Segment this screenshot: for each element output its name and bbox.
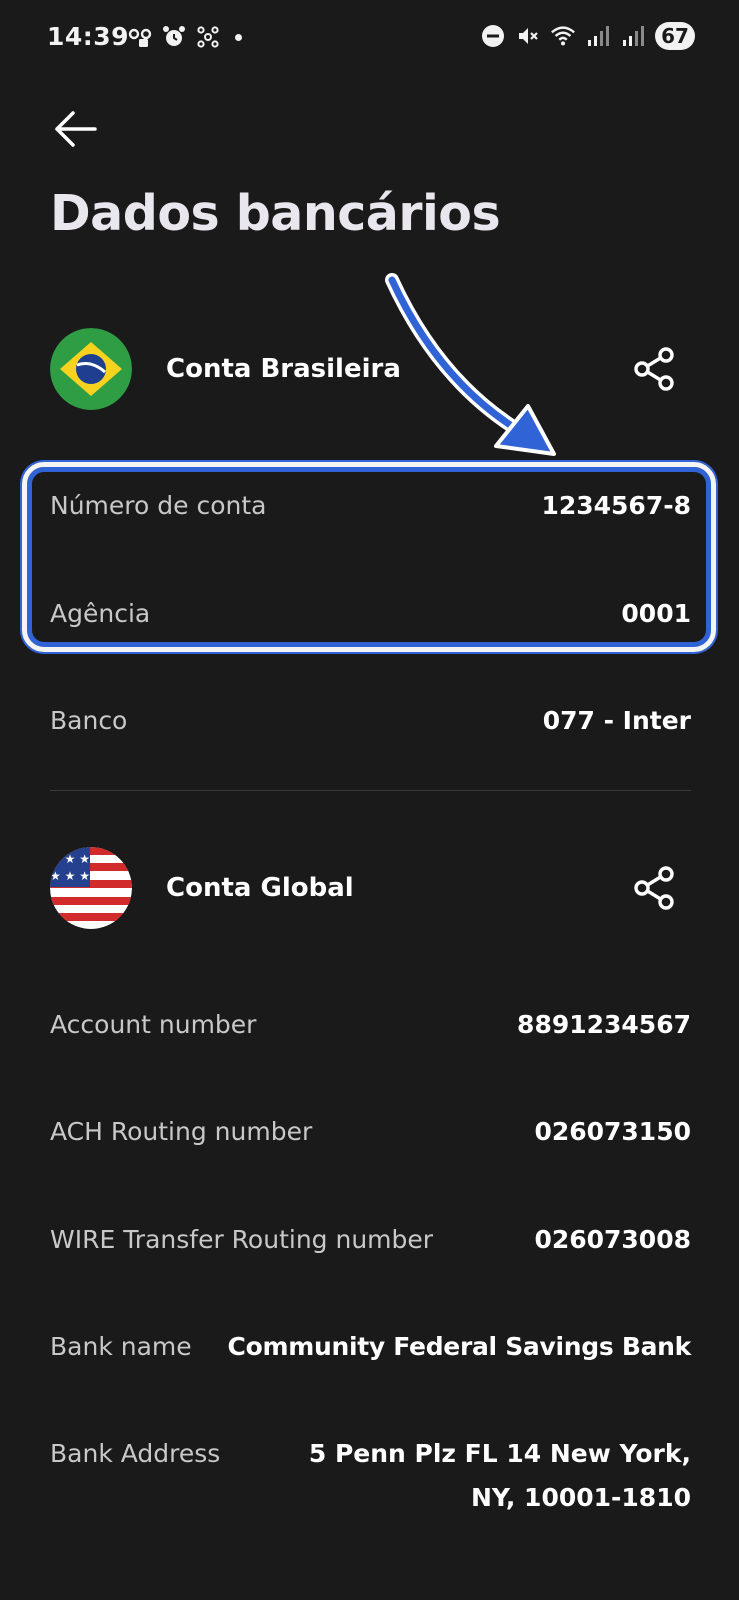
usa-flag-icon: ★ ★ ★ ★ ★ ★ [50,847,132,929]
mute-icon [515,22,541,50]
bank-details-screen: 14:39 67 Dados bancários Conta Brasileir… [0,0,739,1600]
brazil-flag-icon [50,328,132,410]
status-bar: 14:39 67 [0,0,739,78]
brazil-account-header: Conta Brasileira [50,328,690,418]
wifi-icon [550,22,576,50]
row-label: Bank name [50,1332,192,1361]
share-icon [634,347,674,391]
share-icon [634,866,674,910]
row-label: Account number [50,1010,257,1039]
share-button-brazil[interactable] [632,346,678,392]
status-right-icons: 67 [480,22,695,50]
row-value: 077 - Inter [542,706,691,735]
section-title: Conta Global [166,873,354,903]
svg-text:★ ★ ★: ★ ★ ★ [50,852,90,866]
share-button-global[interactable] [632,865,678,911]
back-button[interactable] [52,108,98,150]
annotation-arrow-icon [385,273,556,456]
status-time: 14:39 [47,22,130,51]
global-account-header: ★ ★ ★ ★ ★ ★ Conta Global [50,847,690,937]
bank-name-row: Bank name Community Federal Savings Bank [50,1332,691,1361]
row-label: Banco [50,706,128,735]
svg-text:★ ★ ★: ★ ★ ★ [50,869,90,883]
section-divider [50,790,691,791]
voicemail-icon [127,24,153,50]
row-value: 026073008 [534,1225,691,1254]
row-value: 8891234567 [517,1010,691,1039]
bank-address-row: Bank Address 5 Penn Plz FL 14 New York, … [50,1432,691,1520]
do-not-disturb-icon [480,22,506,50]
section-title: Conta Brasileira [166,354,401,384]
network-icon [195,24,221,50]
ach-routing-row: ACH Routing number 026073150 [50,1117,691,1146]
wire-routing-row: WIRE Transfer Routing number 026073008 [50,1225,691,1254]
alarm-icon [161,24,187,50]
battery-indicator: 67 [655,22,695,50]
highlight-annotation [22,462,716,652]
signal-icon [585,22,611,50]
row-label: Bank Address [50,1439,221,1468]
row-value: Community Federal Savings Bank [227,1332,692,1361]
row-value: 5 Penn Plz FL 14 New York, NY, 10001-181… [308,1439,691,1512]
notification-dot [235,33,242,41]
row-value: 026073150 [534,1117,691,1146]
status-left-icons [127,24,242,50]
signal-icon [620,22,646,50]
page-title: Dados bancários [50,185,501,242]
arrow-left-icon [55,111,97,147]
row-label: ACH Routing number [50,1117,313,1146]
bank-row: Banco 077 - Inter [50,706,691,735]
row-label: WIRE Transfer Routing number [50,1225,434,1254]
global-account-number-row: Account number 8891234567 [50,1010,691,1039]
